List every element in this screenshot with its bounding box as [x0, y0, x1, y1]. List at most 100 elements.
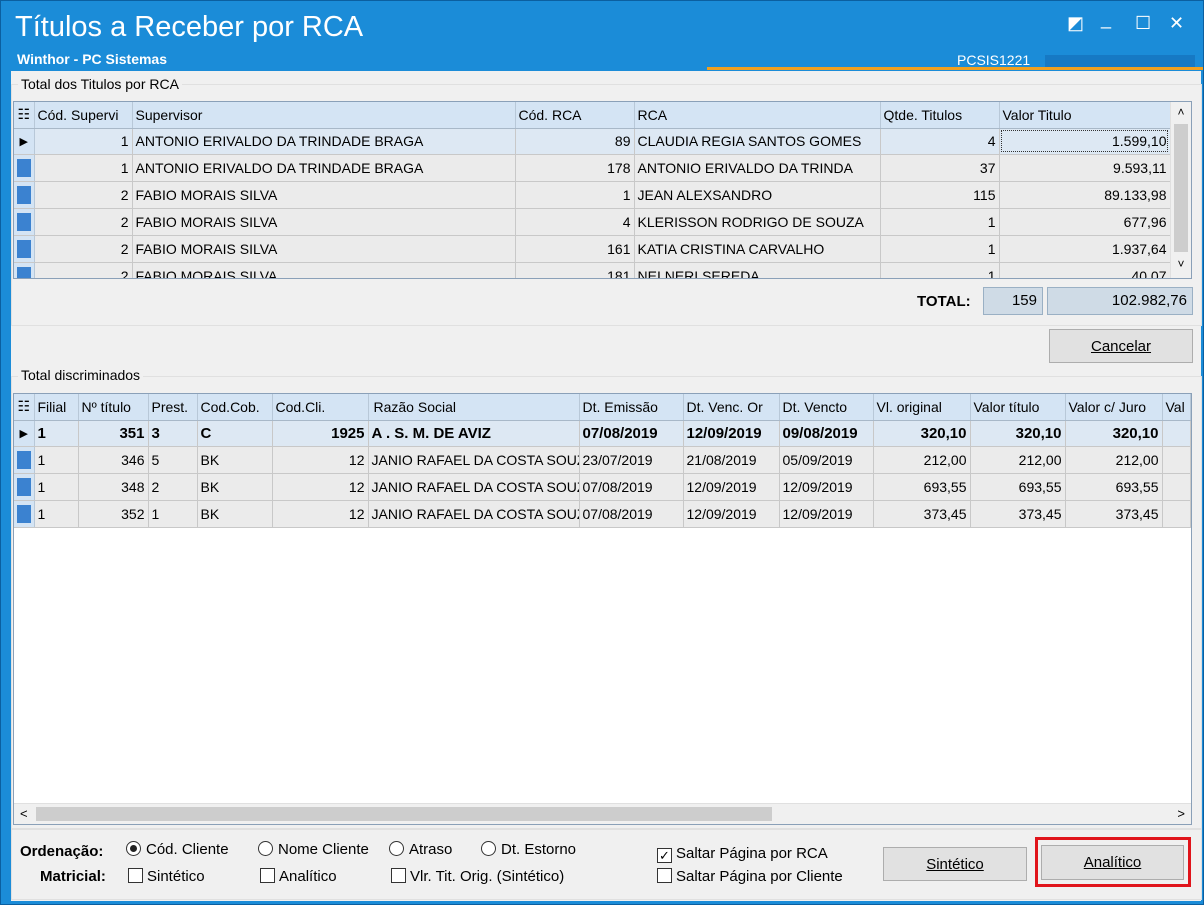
table-cell: 1 [34, 446, 79, 474]
row-indicator [14, 235, 35, 263]
radio-nome-cliente[interactable]: Nome Cliente [258, 841, 369, 858]
row-indicator [14, 500, 35, 528]
column-header[interactable]: Qtde. Titulos [880, 102, 1000, 129]
column-header[interactable]: Valor título [970, 394, 1066, 421]
table-cell: JANIO RAFAEL DA COSTA SOUZA [368, 473, 580, 501]
table-row[interactable]: 1 ANTONIO ERIVALDO DA TRINDADE BRAGA 178… [14, 154, 1171, 182]
radio-dt-estorno[interactable]: Dt. Estorno [481, 841, 576, 858]
column-header[interactable]: Cod.Cob. [197, 394, 273, 421]
scroll-right-icon[interactable]: > [1177, 806, 1185, 821]
ordenacao-label: Ordenação: [20, 843, 104, 860]
table-cell: KLERISSON RODRIGO DE SOUZA [634, 208, 881, 236]
maximize-button[interactable]: ☐ [1135, 13, 1151, 34]
column-header[interactable]: RCA [634, 102, 881, 129]
total-label: TOTAL: [917, 293, 971, 310]
program-code-bar [1045, 55, 1195, 67]
radio-cod-cliente[interactable]: Cód. Cliente [126, 841, 229, 858]
total-valor-field: 102.982,76 [1047, 287, 1193, 315]
table-row[interactable]: 1 348 2 BK 12 JANIO RAFAEL DA COSTA SOUZ… [14, 473, 1191, 501]
table-cell: 346 [78, 446, 149, 474]
table-cell: 212,00 [1065, 446, 1163, 474]
column-header[interactable]: Prest. [148, 394, 198, 421]
column-chooser-icon[interactable]: ☷ [14, 394, 35, 421]
summary-grid[interactable]: ☷ Cód. Supervi Supervisor Cód. RCA RCA Q… [13, 101, 1192, 279]
checkbox-analitico[interactable]: Analítico [260, 868, 337, 885]
close-button[interactable]: ✕ [1169, 13, 1184, 34]
column-chooser-icon[interactable]: ☷ [14, 102, 35, 129]
table-cell [1162, 420, 1191, 447]
row-indicator [14, 154, 35, 182]
column-header[interactable]: Dt. Venc. Or [683, 394, 780, 421]
column-header[interactable]: Razão Social [368, 394, 580, 421]
table-cell: 1 [34, 154, 133, 182]
analitico-button[interactable]: Analítico [1041, 845, 1184, 880]
table-cell: 352 [78, 500, 149, 528]
detail-header-row: ☷ Filial Nº título Prest. Cod.Cob. Cod.C… [14, 394, 1191, 421]
current-row-arrow-icon: ▶ [14, 420, 35, 447]
table-cell [1162, 446, 1191, 474]
table-cell: 1 [34, 500, 79, 528]
restore-icon[interactable]: ◩ [1067, 13, 1084, 34]
table-row[interactable]: 1 352 1 BK 12 JANIO RAFAEL DA COSTA SOUZ… [14, 500, 1191, 528]
scroll-thumb[interactable] [36, 807, 772, 821]
column-header[interactable]: Filial [34, 394, 79, 421]
table-row[interactable]: 2 FABIO MORAIS SILVA 4 KLERISSON RODRIGO… [14, 208, 1171, 236]
table-cell: 21/08/2019 [683, 446, 780, 474]
minimize-button[interactable]: _ [1101, 9, 1111, 30]
column-header[interactable]: Cód. Supervi [34, 102, 133, 129]
scroll-down-icon[interactable]: ˅ [1171, 254, 1191, 274]
table-cell: 1 [34, 128, 133, 155]
column-header[interactable]: Valor c/ Juro [1065, 394, 1163, 421]
table-cell: 2 [34, 235, 133, 263]
checkbox-checked-icon: ✓ [657, 848, 672, 863]
radio-icon [389, 841, 404, 856]
column-header[interactable]: Dt. Vencto [779, 394, 874, 421]
table-cell: 07/08/2019 [579, 420, 684, 447]
checkbox-icon [128, 868, 143, 883]
table-cell: ANTONIO ERIVALDO DA TRINDA [634, 154, 881, 182]
scroll-thumb[interactable] [1174, 124, 1188, 252]
column-header[interactable]: Val [1162, 394, 1191, 421]
detail-group-label: Total discriminados [18, 367, 144, 383]
checkbox-saltar-cliente[interactable]: Saltar Página por Cliente [657, 868, 843, 885]
scroll-left-icon[interactable]: < [20, 806, 28, 821]
column-header[interactable]: Valor Titulo [999, 102, 1171, 129]
detail-grid[interactable]: ☷ Filial Nº título Prest. Cod.Cob. Cod.C… [13, 393, 1192, 825]
column-header[interactable]: Cod.Cli. [272, 394, 369, 421]
table-cell: 1 [34, 473, 79, 501]
checkbox-saltar-rca[interactable]: ✓ Saltar Página por RCA [657, 845, 828, 863]
table-cell: 1 [880, 235, 1000, 263]
row-indicator [14, 262, 35, 278]
table-cell: 1 [148, 500, 198, 528]
column-header[interactable]: Vl. original [873, 394, 971, 421]
table-cell: ANTONIO ERIVALDO DA TRINDADE BRAGA [132, 154, 516, 182]
table-cell: 23/07/2019 [579, 446, 684, 474]
checkbox-sintetico[interactable]: Sintético [128, 868, 205, 885]
column-header[interactable]: Dt. Emissão [579, 394, 684, 421]
summary-vertical-scrollbar[interactable]: ˄ ˅ [1170, 102, 1191, 278]
row-indicator [14, 473, 35, 501]
table-row[interactable]: 2 FABIO MORAIS SILVA 181 NEI NERI SEREDA… [14, 262, 1171, 278]
table-row[interactable]: 1 346 5 BK 12 JANIO RAFAEL DA COSTA SOUZ… [14, 446, 1191, 474]
column-header[interactable]: Nº título [78, 394, 149, 421]
table-cell: 373,45 [970, 500, 1066, 528]
table-row[interactable]: ▶ 1 ANTONIO ERIVALDO DA TRINDADE BRAGA 8… [14, 128, 1171, 155]
radio-selected-icon [126, 841, 141, 856]
checkbox-vlr-tit-orig[interactable]: Vlr. Tit. Orig. (Sintético) [391, 868, 564, 885]
table-row[interactable]: ▶ 1 351 3 C 1925 A . S. M. DE AVIZ 07/08… [14, 420, 1191, 447]
scroll-up-icon[interactable]: ˄ [1171, 102, 1191, 122]
radio-icon [481, 841, 496, 856]
column-header[interactable]: Cód. RCA [515, 102, 635, 129]
cancel-button[interactable]: Cancelar [1049, 329, 1193, 363]
detail-horizontal-scrollbar[interactable]: < > [14, 803, 1191, 824]
table-cell: 1 [34, 420, 79, 447]
table-row[interactable]: 2 FABIO MORAIS SILVA 161 KATIA CRISTINA … [14, 235, 1171, 263]
column-header[interactable]: Supervisor [132, 102, 516, 129]
table-cell: 320,10 [970, 420, 1066, 447]
table-row[interactable]: 2 FABIO MORAIS SILVA 1 JEAN ALEXSANDRO 1… [14, 181, 1171, 209]
checkbox-icon [657, 868, 672, 883]
radio-atraso[interactable]: Atraso [389, 841, 452, 858]
table-cell: 2 [34, 208, 133, 236]
window-subtitle: Winthor - PC Sistemas [17, 51, 168, 67]
sintetico-button[interactable]: Sintético [883, 847, 1027, 881]
